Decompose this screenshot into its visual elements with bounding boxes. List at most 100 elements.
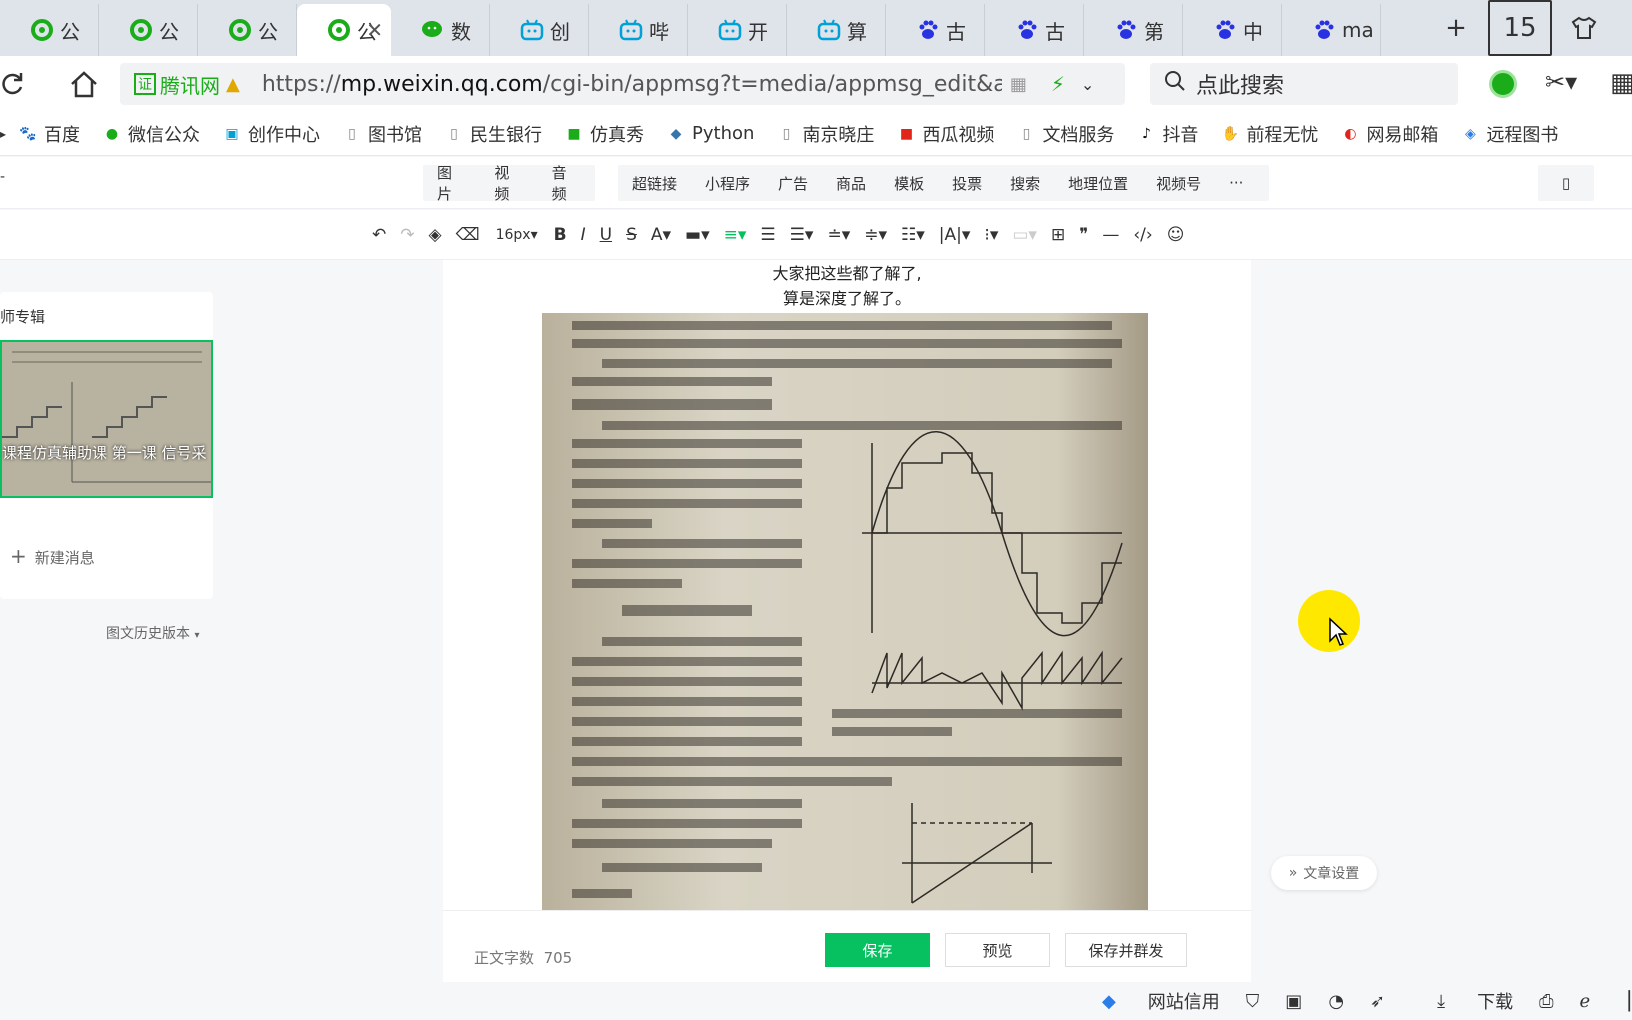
- qr-code-icon[interactable]: ▦: [1010, 74, 1027, 95]
- save-and-send-button[interactable]: 保存并群发: [1065, 933, 1187, 967]
- url-field[interactable]: 证腾讯网 ▲ https://mp.weixin.qq.com/cgi-bin/…: [120, 63, 1125, 105]
- certificate-badge[interactable]: 证腾讯网 ▲: [134, 70, 240, 99]
- browser-tab[interactable]: 公 ✕: [297, 4, 391, 56]
- site-credit-button[interactable]: ◆ 网站信用: [1076, 988, 1220, 1014]
- browser-tab[interactable]: 算: [787, 4, 886, 56]
- browser-tab[interactable]: 公: [0, 4, 99, 56]
- close-tab-icon[interactable]: ✕: [366, 18, 383, 42]
- lightning-icon[interactable]: ⚡: [1051, 72, 1065, 96]
- emoji-icon[interactable]: ☺: [1167, 220, 1185, 250]
- quote-icon[interactable]: ❞: [1079, 220, 1088, 250]
- bookmark-item[interactable]: ▯ 民生银行: [444, 121, 542, 147]
- article-editor[interactable]: 大家把这些都了解了, 算是深度了解了。: [443, 260, 1251, 910]
- apps-grid-icon[interactable]: ▦: [1610, 68, 1632, 98]
- strikethrough-icon[interactable]: S: [626, 220, 637, 250]
- insert-tool-item[interactable]: 模板: [880, 173, 938, 194]
- browser-tab[interactable]: 第: [1084, 4, 1183, 56]
- new-tab-button[interactable]: +: [1424, 0, 1488, 56]
- search-input[interactable]: 点此搜索: [1150, 63, 1458, 105]
- bookmark-item[interactable]: ■ 仿真秀: [564, 121, 644, 147]
- browser-tab[interactable]: 数: [391, 4, 490, 56]
- browser-tab[interactable]: 古: [985, 4, 1084, 56]
- save-button[interactable]: 保存: [825, 933, 930, 967]
- font-size-select[interactable]: 16px ▾: [494, 220, 540, 250]
- background-color-icon[interactable]: ▬▾: [685, 220, 710, 250]
- insert-media-item[interactable]: 视频: [480, 162, 537, 204]
- browser-tab[interactable]: 创: [490, 4, 589, 56]
- browser-tab[interactable]: 古: [886, 4, 985, 56]
- insert-tool-item[interactable]: 搜索: [996, 173, 1054, 194]
- bookmark-item[interactable]: ▯ 图书馆: [342, 121, 422, 147]
- ie-icon[interactable]: ℯ: [1580, 991, 1591, 1012]
- insert-tool-item[interactable]: 超链接: [618, 173, 691, 194]
- tab-counter-button[interactable]: 15: [1488, 0, 1552, 56]
- bookmark-item[interactable]: ◈ 远程图书: [1460, 121, 1558, 147]
- font-color-icon[interactable]: A▾: [651, 220, 671, 250]
- chevron-down-icon[interactable]: ⌄: [1081, 75, 1094, 94]
- browser-tab[interactable]: 哔: [589, 4, 688, 56]
- home-icon[interactable]: [56, 56, 112, 112]
- refresh-icon[interactable]: [0, 56, 26, 112]
- speed-icon[interactable]: ◔: [1328, 991, 1344, 1012]
- rocket-icon[interactable]: ➶: [1370, 991, 1385, 1012]
- indent-icon[interactable]: ☰: [760, 220, 775, 250]
- code-icon[interactable]: ‹/›: [1133, 220, 1152, 250]
- insert-media-item[interactable]: 图片: [423, 162, 480, 204]
- insert-tool-item[interactable]: 投票: [938, 173, 996, 194]
- bold-icon[interactable]: B: [554, 220, 567, 250]
- line-height-icon[interactable]: ☷▾: [901, 220, 925, 250]
- browser-tab[interactable]: 开: [688, 4, 787, 56]
- skin-icon[interactable]: [1552, 0, 1616, 56]
- letter-spacing-icon[interactable]: |A|▾: [939, 220, 971, 250]
- insert-tool-item[interactable]: 地理位置: [1054, 173, 1142, 194]
- article-settings-button[interactable]: » 文章设置: [1271, 856, 1377, 890]
- list-icon[interactable]: ⁝▾: [984, 220, 998, 250]
- sidebar-toggle-icon[interactable]: ▕: [1616, 991, 1630, 1012]
- undo-icon[interactable]: ↶: [372, 220, 386, 250]
- insert-tool-item[interactable]: 商品: [822, 173, 880, 194]
- new-message-button[interactable]: + 新建消息: [10, 544, 95, 568]
- textbook-photo[interactable]: [542, 313, 1148, 910]
- float-icon[interactable]: ▭▾: [1012, 220, 1037, 250]
- security-shield-icon[interactable]: ⛉: [1246, 991, 1260, 1012]
- history-versions-button[interactable]: 图文历史版本 ▾: [106, 623, 199, 643]
- align-icon[interactable]: ☰▾: [790, 220, 814, 250]
- browser-tab[interactable]: 公: [198, 4, 297, 56]
- browser-tab[interactable]: 中: [1183, 4, 1282, 56]
- table-icon[interactable]: ⊞: [1051, 220, 1065, 250]
- divider-icon[interactable]: —: [1102, 220, 1119, 250]
- bookmark-item[interactable]: ■ 西瓜视频: [896, 121, 995, 147]
- mobile-preview-button[interactable]: ▯: [1538, 165, 1594, 201]
- bookmark-item[interactable]: ♪ 抖音: [1136, 121, 1198, 147]
- insert-tool-item[interactable]: 小程序: [691, 173, 764, 194]
- underline-icon[interactable]: U: [600, 220, 612, 250]
- bookmark-item[interactable]: ◆ Python: [666, 123, 755, 144]
- format-painter-icon[interactable]: ◈: [429, 220, 442, 250]
- preview-button[interactable]: 预览: [945, 933, 1050, 967]
- clear-format-icon[interactable]: ⌫: [456, 220, 480, 250]
- bookmark-item[interactable]: ▣ 创作中心: [222, 121, 320, 147]
- image-icon[interactable]: ▣: [1285, 991, 1302, 1012]
- insert-tool-item[interactable]: 视频号: [1142, 173, 1215, 194]
- bookmark-item[interactable]: ▯ 文档服务: [1016, 121, 1115, 147]
- download-button[interactable]: ⤓ 下载: [1411, 988, 1513, 1014]
- extension-green-icon[interactable]: [1489, 70, 1517, 98]
- bookmark-item[interactable]: ✋ 前程无忧: [1220, 121, 1319, 147]
- article-thumbnail[interactable]: 课程仿真辅助课 第一课 信号采: [0, 340, 213, 498]
- spacing-after-icon[interactable]: ≑▾: [864, 220, 887, 250]
- bookmark-item[interactable]: ▯ 南京晓庄: [776, 121, 875, 147]
- more-tools-button[interactable]: ···: [1215, 174, 1257, 192]
- scissors-icon[interactable]: ✂▾: [1545, 68, 1577, 96]
- browser-tab[interactable]: 公: [99, 4, 198, 56]
- bookmarks-chevron-icon[interactable]: ▸: [0, 127, 6, 141]
- bookmark-item[interactable]: ● 微信公众: [102, 121, 200, 147]
- align-left-icon[interactable]: ≡▾: [724, 220, 747, 250]
- print-icon[interactable]: ⎙: [1539, 991, 1553, 1012]
- bookmark-item[interactable]: 🐾 百度: [18, 121, 80, 147]
- insert-media-item[interactable]: 音频: [538, 162, 595, 204]
- insert-tool-item[interactable]: 广告: [764, 173, 822, 194]
- italic-icon[interactable]: I: [581, 220, 586, 250]
- redo-icon[interactable]: ↷: [400, 220, 414, 250]
- bookmark-item[interactable]: ◐ 网易邮箱: [1340, 121, 1438, 147]
- spacing-before-icon[interactable]: ≐▾: [827, 220, 850, 250]
